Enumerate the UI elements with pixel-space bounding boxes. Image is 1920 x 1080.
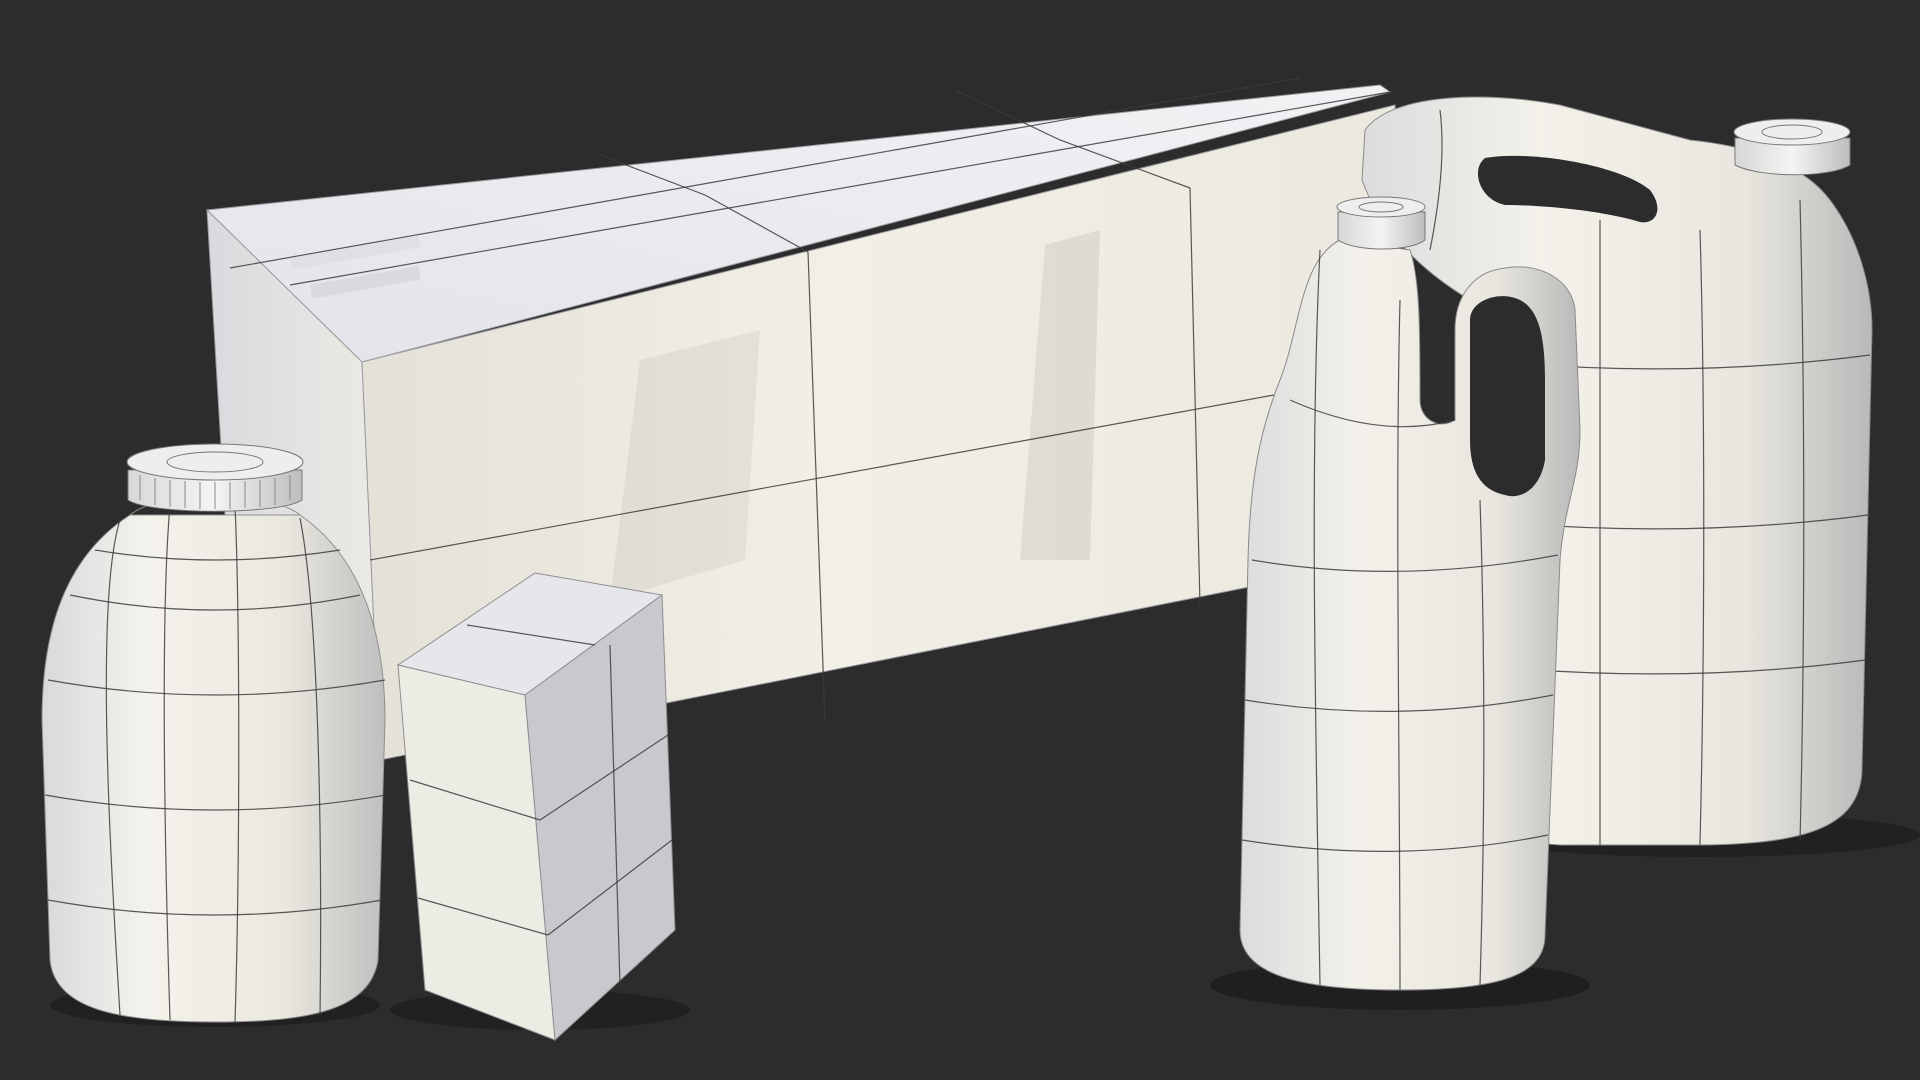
large-shipping-carton	[205, 77, 1411, 762]
small-carton	[390, 572, 690, 1042]
render-viewport	[41, 77, 1920, 1042]
